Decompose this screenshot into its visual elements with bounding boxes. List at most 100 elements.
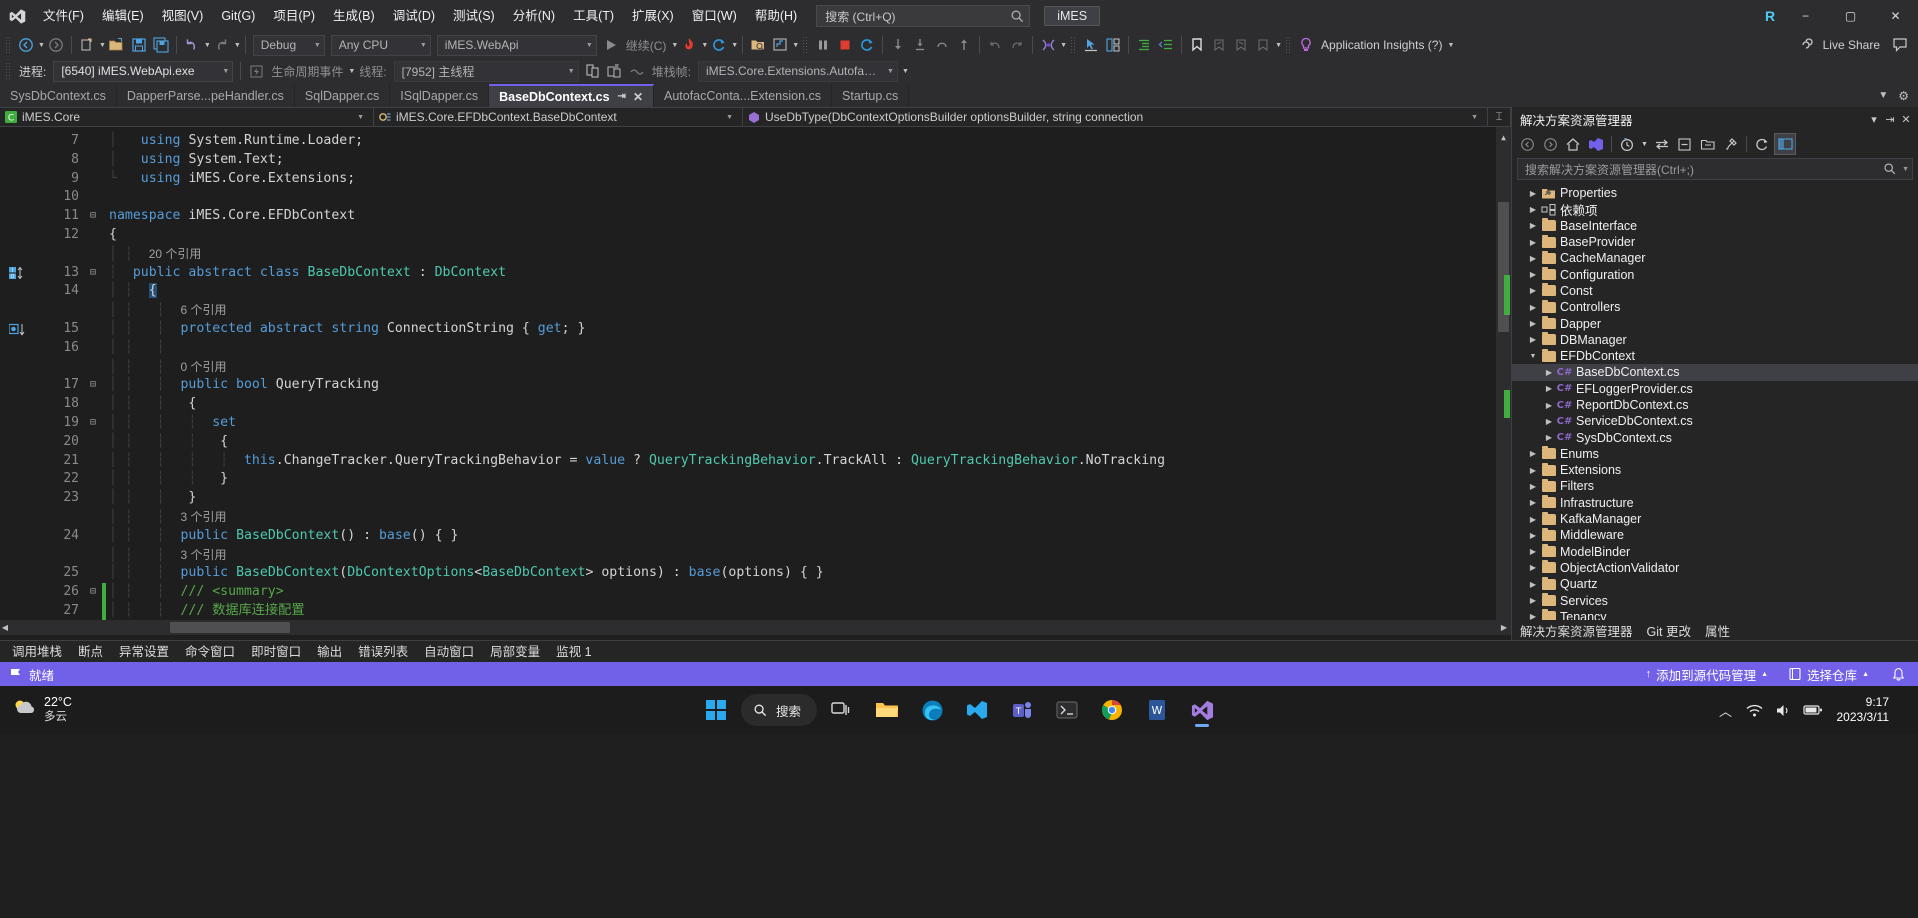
select-repository-button[interactable]: 选择仓库 ▲ bbox=[1778, 662, 1879, 686]
taskbar-clock[interactable]: 9:17 2023/3/11 bbox=[1829, 695, 1898, 725]
codelens-references[interactable]: 0 个引用 bbox=[180, 360, 226, 374]
chevron-right-icon[interactable]: ▶ bbox=[1526, 286, 1540, 295]
gutter-indicator[interactable] bbox=[0, 320, 34, 339]
navbar-project-dropdown[interactable]: C iMES.Core ▼ bbox=[0, 107, 374, 127]
show-all-files-icon[interactable] bbox=[1697, 133, 1719, 155]
menu-file[interactable]: 文件(F) bbox=[34, 0, 93, 32]
minimize-button[interactable]: − bbox=[1783, 0, 1828, 32]
chevron-down-icon[interactable]: ▼ bbox=[1526, 353, 1540, 360]
application-insights-label[interactable]: Application Insights (?) bbox=[1317, 38, 1446, 52]
chevron-right-icon[interactable]: ▶ bbox=[1526, 498, 1540, 507]
tab-isqldapper[interactable]: ISqlDapper.cs bbox=[390, 84, 489, 107]
visual-studio-taskbar-icon[interactable] bbox=[1182, 690, 1222, 730]
menu-debug[interactable]: 调试(D) bbox=[384, 0, 444, 32]
chevron-right-icon[interactable]: ▶ bbox=[1542, 401, 1556, 410]
tree-item-filters[interactable]: ▶Filters bbox=[1512, 478, 1918, 494]
tree-item-efdbcontext[interactable]: ▼EFDbContext bbox=[1512, 348, 1918, 364]
editor-vertical-scrollbar[interactable]: ▲ bbox=[1496, 127, 1511, 620]
notifications-bell-button[interactable] bbox=[1879, 662, 1918, 686]
codelens-line[interactable]: │ ┆ ┆ 3 个引用 bbox=[0, 508, 1511, 527]
tab-startup[interactable]: Startup.cs bbox=[832, 84, 909, 107]
lifecycle-events-icon[interactable] bbox=[245, 60, 267, 82]
chevron-right-icon[interactable]: ▶ bbox=[1542, 433, 1556, 442]
chevron-right-icon[interactable]: ▶ bbox=[1526, 238, 1540, 247]
properties-icon[interactable] bbox=[1720, 133, 1742, 155]
next-bookmark-button[interactable] bbox=[1230, 34, 1252, 56]
chevron-right-icon[interactable]: ▶ bbox=[1526, 205, 1540, 214]
se-tab-properties[interactable]: 属性 bbox=[1705, 621, 1730, 640]
tree-item-const[interactable]: ▶Const bbox=[1512, 283, 1918, 299]
menu-test[interactable]: 测试(S) bbox=[444, 0, 504, 32]
step-into-button[interactable] bbox=[887, 34, 909, 56]
chevron-right-icon[interactable]: ▶ bbox=[1526, 221, 1540, 230]
tree-item-middleware[interactable]: ▶Middleware bbox=[1512, 527, 1918, 543]
codelens-line[interactable]: │ ┆ 20 个引用 bbox=[0, 245, 1511, 264]
toolbar-grip-2[interactable] bbox=[802, 36, 809, 54]
solution-view-icon[interactable] bbox=[1585, 133, 1607, 155]
show-threads-button[interactable] bbox=[582, 60, 604, 82]
solution-name-badge[interactable]: iMES bbox=[1044, 6, 1100, 26]
chevron-right-icon[interactable]: ▶ bbox=[1526, 547, 1540, 556]
navigate-backward-button[interactable] bbox=[15, 34, 37, 56]
taskbar-search-box[interactable]: 搜索 bbox=[741, 694, 817, 726]
step-up-button[interactable] bbox=[953, 34, 975, 56]
word-icon[interactable]: W bbox=[1137, 690, 1177, 730]
tab-list-dropdown-icon[interactable]: ▼ bbox=[1873, 90, 1893, 101]
codelens-line[interactable]: │ ┆ ┆ 0 个引用 bbox=[0, 358, 1511, 377]
tree-item-controllers[interactable]: ▶Controllers bbox=[1512, 299, 1918, 315]
pending-caret-icon[interactable]: ▼ bbox=[1639, 133, 1650, 155]
continue-label[interactable]: 继续(C) bbox=[622, 37, 671, 54]
file-explorer-icon[interactable] bbox=[867, 690, 907, 730]
break-all-button[interactable] bbox=[812, 34, 834, 56]
panel-watch-1[interactable]: 监视 1 bbox=[548, 641, 599, 663]
issue-nav-combo[interactable]: ▼ bbox=[326, 640, 364, 641]
chevron-right-icon[interactable]: ▶ bbox=[1526, 449, 1540, 458]
se-tab-solution-explorer[interactable]: 解决方案资源管理器 bbox=[1520, 621, 1633, 640]
panel-call-stack[interactable]: 调用堆栈 bbox=[4, 641, 70, 663]
thread-combo[interactable]: [7952] 主线程 ▼ bbox=[394, 61, 579, 82]
chevron-right-icon[interactable]: ▶ bbox=[1526, 270, 1540, 279]
gutter-indicator[interactable]: I O bbox=[0, 264, 34, 283]
continue-caret-icon[interactable]: ▼ bbox=[671, 42, 678, 49]
indent-button[interactable] bbox=[1133, 34, 1155, 56]
lifecycle-caret-icon[interactable]: ▼ bbox=[348, 68, 355, 75]
panel-error-list[interactable]: 错误列表 bbox=[350, 641, 416, 663]
step-out-button[interactable] bbox=[931, 34, 953, 56]
edge-browser-icon[interactable] bbox=[912, 690, 952, 730]
new-project-button[interactable] bbox=[76, 34, 98, 56]
tree-item-configuration[interactable]: ▶Configuration bbox=[1512, 266, 1918, 282]
menu-build[interactable]: 生成(B) bbox=[324, 0, 384, 32]
global-search-input[interactable]: 搜索 (Ctrl+Q) bbox=[816, 5, 1030, 27]
menu-tools[interactable]: 工具(T) bbox=[564, 0, 623, 32]
se-back-button[interactable] bbox=[1516, 133, 1538, 155]
tray-expand-icon[interactable]: ︿ bbox=[1713, 694, 1739, 726]
tree-item-services[interactable]: ▶Services bbox=[1512, 592, 1918, 608]
tree-item-efloggerprovider-cs[interactable]: ▶C#EFLoggerProvider.cs bbox=[1512, 381, 1918, 397]
navbar-type-dropdown[interactable]: iMES.Core.EFDbContext.BaseDbContext ▼ bbox=[374, 107, 743, 127]
tree-item-extensions[interactable]: ▶Extensions bbox=[1512, 462, 1918, 478]
chrome-icon[interactable] bbox=[1092, 690, 1132, 730]
chevron-right-icon[interactable]: ▶ bbox=[1526, 515, 1540, 524]
stackframe-overflow-icon[interactable]: ▼ bbox=[902, 68, 909, 75]
feedback-button[interactable] bbox=[1890, 34, 1918, 56]
menu-extensions[interactable]: 扩展(X) bbox=[623, 0, 683, 32]
chevron-right-icon[interactable]: ▶ bbox=[1526, 319, 1540, 328]
tree-item-modelbinder[interactable]: ▶ModelBinder bbox=[1512, 544, 1918, 560]
weather-widget[interactable]: 22°C 多云 bbox=[0, 695, 72, 725]
debug-toolbar-grip[interactable] bbox=[5, 62, 12, 80]
solution-explorer-tree[interactable]: ▶Properties ▶依赖项 ▶BaseInterface ▶BasePro… bbox=[1512, 183, 1918, 620]
tab-sqldapper[interactable]: SqlDapper.cs bbox=[295, 84, 390, 107]
menu-project[interactable]: 项目(P) bbox=[264, 0, 324, 32]
stop-debugging-button[interactable] bbox=[834, 34, 856, 56]
teams-icon[interactable]: T bbox=[1002, 690, 1042, 730]
chevron-right-icon[interactable]: ▶ bbox=[1526, 563, 1540, 572]
se-tab-git-changes[interactable]: Git 更改 bbox=[1647, 621, 1691, 640]
select-element-button[interactable] bbox=[1080, 34, 1102, 56]
add-to-source-control-button[interactable]: ↑ 添加到源代码管理 ▲ bbox=[1636, 662, 1778, 686]
chevron-right-icon[interactable]: ▶ bbox=[1542, 368, 1556, 377]
previous-bookmark-button[interactable] bbox=[1208, 34, 1230, 56]
hot-reload-caret-icon[interactable]: ▼ bbox=[701, 42, 708, 49]
step-over-button[interactable] bbox=[909, 34, 931, 56]
solution-platform-combo[interactable]: Any CPU ▼ bbox=[331, 35, 431, 56]
diagnostic-tools-button[interactable] bbox=[769, 34, 791, 56]
